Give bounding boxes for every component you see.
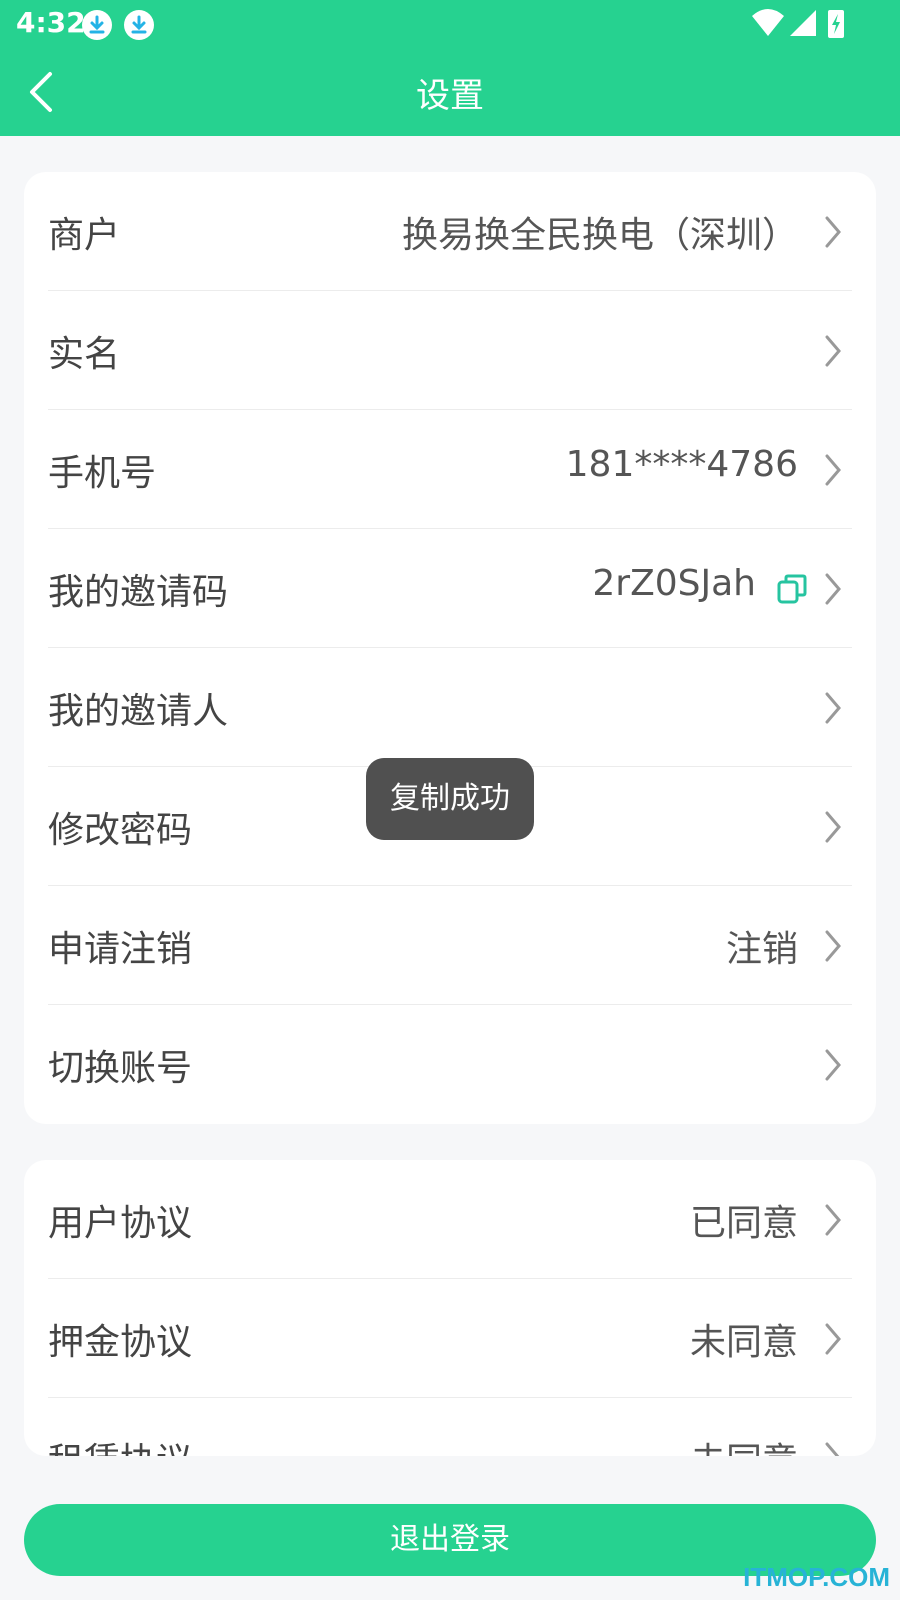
wifi-icon xyxy=(752,9,784,36)
row-value: 未同意 xyxy=(689,1322,798,1363)
settings-row-merchant[interactable]: 商户 换易换全民换电（深圳） xyxy=(48,172,852,291)
settings-row-real-name[interactable]: 实名 xyxy=(48,291,852,410)
row-label: 租赁协议 xyxy=(48,1432,192,1456)
chevron-right-icon xyxy=(825,1049,841,1081)
download-icon xyxy=(124,10,154,40)
row-label: 修改密码 xyxy=(48,810,193,851)
chevron-right-icon xyxy=(825,930,841,962)
row-label: 押金协议 xyxy=(48,1322,193,1363)
chevron-right-icon xyxy=(825,1323,841,1355)
settings-card-agreements: 用户协议 已同意 押金协议 未同意 租赁协议 未同意 xyxy=(24,1160,876,1456)
row-label: 我的邀请码 xyxy=(48,572,229,613)
row-value: 已同意 xyxy=(689,1203,798,1244)
settings-row-user-agreement[interactable]: 用户协议 已同意 xyxy=(48,1160,852,1279)
chevron-right-icon xyxy=(825,1442,840,1456)
row-label: 申请注销 xyxy=(48,929,193,970)
row-label: 用户协议 xyxy=(48,1203,193,1244)
settings-row-switch-account[interactable]: 切换账号 xyxy=(48,1005,852,1124)
chevron-right-icon xyxy=(825,335,841,367)
chevron-right-icon xyxy=(825,692,841,724)
nav-bar: 设置 xyxy=(0,52,900,132)
status-bar: 4:32 xyxy=(0,0,900,48)
chevron-right-icon xyxy=(825,454,841,486)
row-label: 我的邀请人 xyxy=(48,691,229,732)
row-value: 注销 xyxy=(725,929,798,970)
signal-icon xyxy=(790,10,816,36)
settings-row-deposit-agreement[interactable]: 押金协议 未同意 xyxy=(48,1279,852,1398)
copy-success-toast: 复制成功 xyxy=(366,758,534,840)
settings-row-cancel-account[interactable]: 申请注销 注销 xyxy=(48,886,852,1005)
settings-row-lease-agreement[interactable]: 租赁协议 未同意 xyxy=(48,1398,852,1456)
row-label: 实名 xyxy=(48,334,121,375)
copy-icon[interactable] xyxy=(776,573,808,605)
row-label: 商户 xyxy=(48,215,121,256)
chevron-right-icon xyxy=(825,216,841,248)
settings-row-inviter[interactable]: 我的邀请人 xyxy=(48,648,852,767)
row-value: 换易换全民换电（深圳） xyxy=(401,215,798,256)
system-status-icons xyxy=(752,9,844,38)
chevron-right-icon xyxy=(825,1204,841,1236)
status-time: 4:32 xyxy=(16,6,86,39)
settings-card-account: 商户 换易换全民换电（深圳） 实名 手机号 181****4786 我的邀请码 … xyxy=(24,172,876,1124)
row-value: 2rZ0SJah xyxy=(592,563,756,604)
settings-row-invite-code[interactable]: 我的邀请码 2rZ0SJah xyxy=(48,529,852,648)
page-title: 设置 xyxy=(416,76,484,116)
app-header: 4:32 设置 xyxy=(0,0,900,136)
chevron-right-icon xyxy=(825,811,841,843)
download-icon xyxy=(82,10,112,40)
watermark: ITMOP.COM xyxy=(743,1562,890,1592)
row-value: 未同意 xyxy=(690,1432,798,1456)
row-label: 切换账号 xyxy=(48,1048,193,1089)
row-label: 手机号 xyxy=(48,453,157,494)
row-value: 181****4786 xyxy=(565,444,798,485)
chevron-right-icon xyxy=(825,573,841,605)
settings-row-phone[interactable]: 手机号 181****4786 xyxy=(48,410,852,529)
